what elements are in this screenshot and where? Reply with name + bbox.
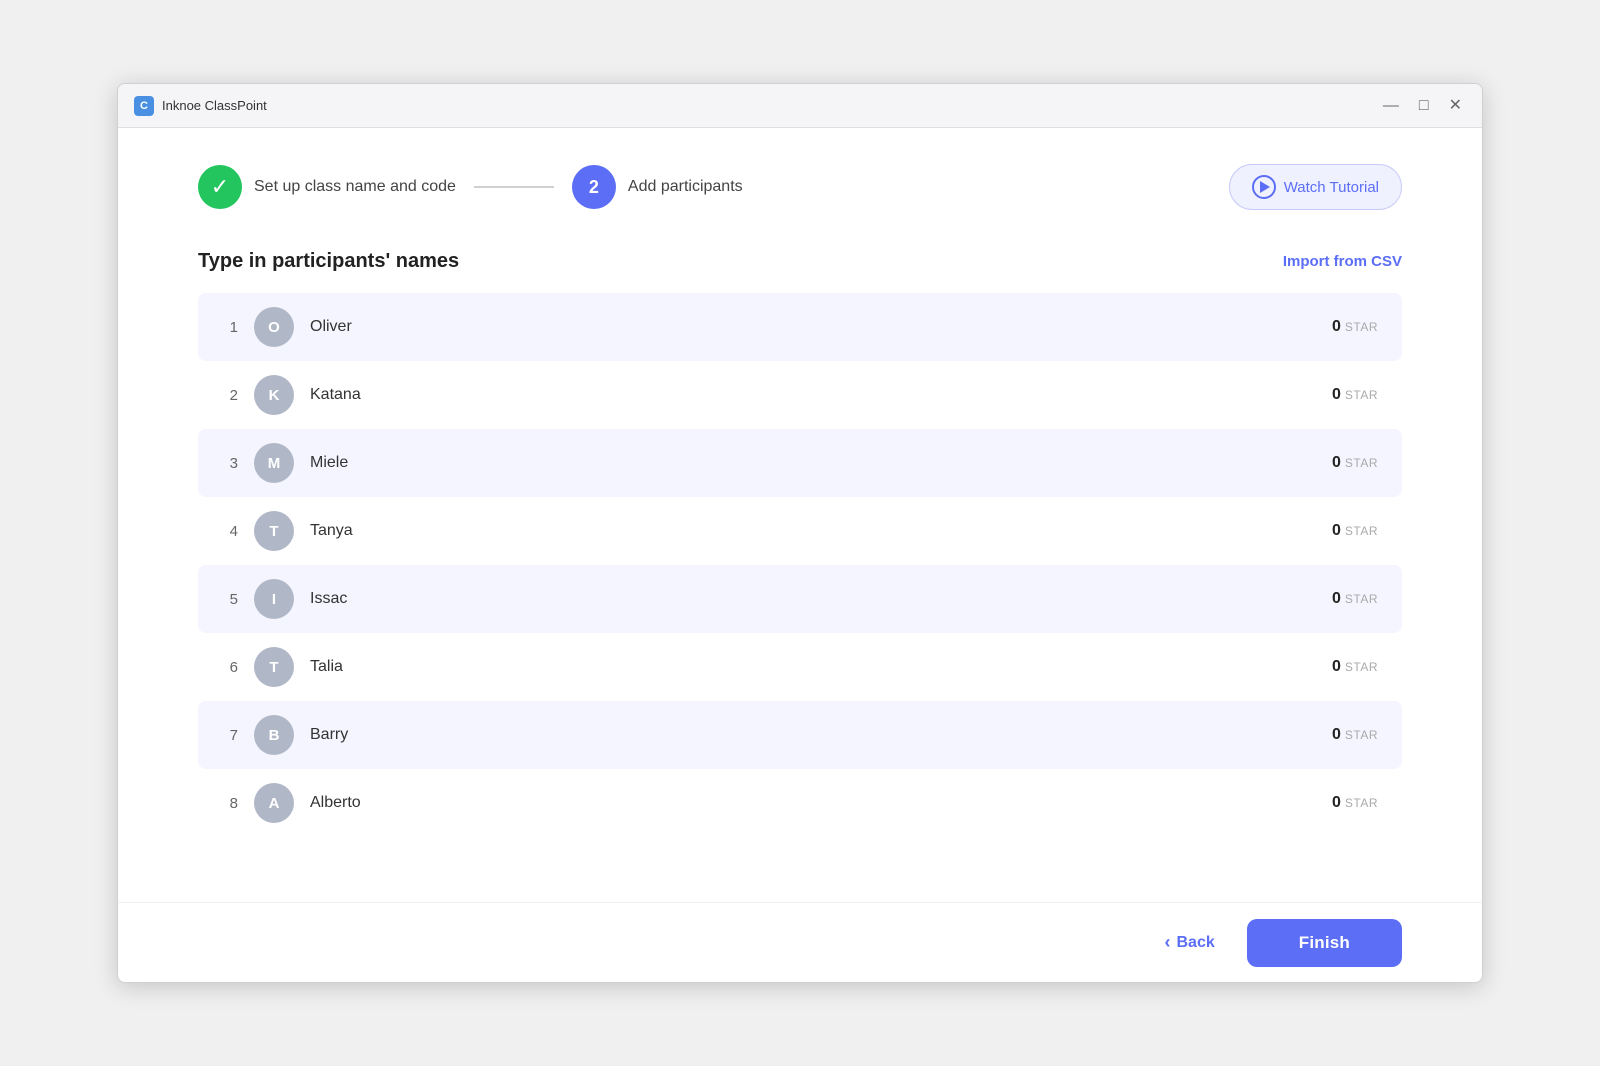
play-triangle-icon [1260,181,1270,193]
star-label: STAR [1345,524,1378,538]
avatar: M [254,443,294,483]
star-count: 0 STAR [1332,794,1378,812]
back-label: Back [1176,934,1214,952]
participant-row[interactable]: 7 B Barry 0 STAR [198,701,1402,769]
star-count: 0 STAR [1332,590,1378,608]
participant-name: Issac [310,590,1316,608]
participant-name: Miele [310,454,1316,472]
step1-label: Set up class name and code [254,178,456,196]
row-number: 7 [214,727,238,744]
app-title: Inknoe ClassPoint [162,98,267,113]
star-number: 0 [1332,590,1341,608]
star-count: 0 STAR [1332,386,1378,404]
star-label: STAR [1345,660,1378,674]
step-2: 2 Add participants [572,165,743,209]
participant-name: Alberto [310,794,1316,812]
app-icon: C [134,96,154,116]
participant-row[interactable]: 8 A Alberto 0 STAR [198,769,1402,837]
minimize-button[interactable]: — [1379,96,1403,116]
participant-name: Oliver [310,318,1316,336]
row-number: 6 [214,659,238,676]
participant-name: Tanya [310,522,1316,540]
back-chevron-icon: ‹ [1164,932,1170,953]
participant-row[interactable]: 3 M Miele 0 STAR [198,429,1402,497]
avatar: B [254,715,294,755]
row-number: 1 [214,319,238,336]
import-csv-button[interactable]: Import from CSV [1283,253,1402,270]
star-count: 0 STAR [1332,522,1378,540]
section-header: Type in participants' names Import from … [198,250,1402,273]
participants-list[interactable]: 1 O Oliver 0 STAR 2 K Katana 0 STAR 3 M … [198,293,1402,882]
avatar: T [254,511,294,551]
bottom-nav: ‹ Back Finish [118,902,1482,982]
watch-tutorial-label: Watch Tutorial [1284,179,1379,196]
star-label: STAR [1345,728,1378,742]
participant-name: Talia [310,658,1316,676]
step-1: ✓ Set up class name and code [198,165,456,209]
watch-tutorial-button[interactable]: Watch Tutorial [1229,164,1402,210]
participant-row[interactable]: 5 I Issac 0 STAR [198,565,1402,633]
step2-active-icon: 2 [572,165,616,209]
titlebar-left: C Inknoe ClassPoint [134,96,267,116]
participant-row[interactable]: 4 T Tanya 0 STAR [198,497,1402,565]
star-number: 0 [1332,454,1341,472]
avatar: I [254,579,294,619]
star-label: STAR [1345,456,1378,470]
step2-label: Add participants [628,178,743,196]
section-title: Type in participants' names [198,250,459,273]
row-number: 5 [214,591,238,608]
finish-button[interactable]: Finish [1247,919,1402,967]
main-content: ✓ Set up class name and code 2 Add parti… [118,128,1482,902]
play-icon [1252,175,1276,199]
titlebar-controls: — □ ✕ [1379,96,1466,116]
avatar: O [254,307,294,347]
star-number: 0 [1332,794,1341,812]
participant-name: Katana [310,386,1316,404]
row-number: 3 [214,455,238,472]
row-number: 2 [214,387,238,404]
star-label: STAR [1345,592,1378,606]
participant-name: Barry [310,726,1316,744]
star-count: 0 STAR [1332,658,1378,676]
star-label: STAR [1345,320,1378,334]
star-number: 0 [1332,386,1341,404]
row-number: 8 [214,795,238,812]
star-number: 0 [1332,318,1341,336]
participant-row[interactable]: 6 T Talia 0 STAR [198,633,1402,701]
step1-done-icon: ✓ [198,165,242,209]
star-count: 0 STAR [1332,454,1378,472]
stepper-left: ✓ Set up class name and code 2 Add parti… [198,165,743,209]
star-number: 0 [1332,726,1341,744]
app-window: C Inknoe ClassPoint — □ ✕ ✓ Set up class… [117,83,1483,983]
star-label: STAR [1345,388,1378,402]
participant-row[interactable]: 1 O Oliver 0 STAR [198,293,1402,361]
step-divider [474,186,554,188]
star-count: 0 STAR [1332,726,1378,744]
maximize-button[interactable]: □ [1415,96,1433,116]
close-button[interactable]: ✕ [1445,96,1466,116]
star-label: STAR [1345,796,1378,810]
back-button[interactable]: ‹ Back [1148,922,1230,963]
participant-row[interactable]: 2 K Katana 0 STAR [198,361,1402,429]
avatar: T [254,647,294,687]
stepper: ✓ Set up class name and code 2 Add parti… [198,164,1402,210]
avatar: A [254,783,294,823]
titlebar: C Inknoe ClassPoint — □ ✕ [118,84,1482,128]
star-number: 0 [1332,658,1341,676]
row-number: 4 [214,523,238,540]
avatar: K [254,375,294,415]
star-count: 0 STAR [1332,318,1378,336]
star-number: 0 [1332,522,1341,540]
